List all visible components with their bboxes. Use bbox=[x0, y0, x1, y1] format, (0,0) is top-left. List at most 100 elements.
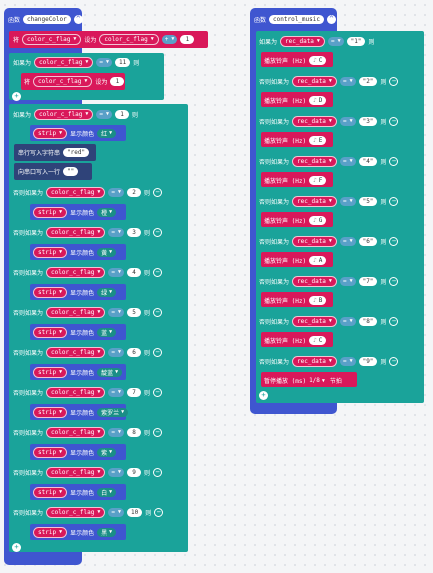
note-dropdown[interactable]: ♪ B bbox=[309, 295, 327, 305]
compare-dropdown[interactable]: = ▼ bbox=[339, 276, 356, 286]
compare-dropdown[interactable]: = ▼ bbox=[108, 507, 125, 517]
note-dropdown[interactable]: ♪ F bbox=[309, 175, 327, 185]
minus-icon[interactable]: − bbox=[389, 356, 399, 366]
number-field[interactable]: 1 bbox=[110, 76, 125, 86]
compare-dropdown[interactable]: = ▼ bbox=[108, 307, 125, 317]
variable-dropdown[interactable]: color_c_flag ▼ bbox=[46, 226, 106, 238]
note-dropdown[interactable]: ♪ C bbox=[309, 335, 327, 345]
compare-dropdown[interactable]: = ▼ bbox=[339, 76, 356, 86]
variable-dropdown[interactable]: color_c_flag ▼ bbox=[46, 466, 106, 478]
minus-icon[interactable]: − bbox=[153, 427, 163, 437]
minus-icon[interactable]: − bbox=[389, 156, 399, 166]
strip-variable-dropdown[interactable]: strip ▼ bbox=[33, 326, 68, 338]
compare-dropdown[interactable]: = ▼ bbox=[327, 36, 344, 46]
color-dropdown[interactable]: 蓝 ▼ bbox=[97, 327, 117, 337]
number-field[interactable]: 7 bbox=[127, 387, 142, 397]
compare-dropdown[interactable]: = ▼ bbox=[339, 316, 356, 326]
string-field[interactable]: "1" bbox=[346, 36, 366, 46]
variable-dropdown[interactable]: rec_data ▼ bbox=[292, 155, 337, 167]
minus-icon[interactable]: − bbox=[389, 316, 399, 326]
compare-dropdown[interactable]: = ▼ bbox=[108, 427, 125, 437]
beat-dropdown[interactable]: 1/8 ▼ bbox=[309, 377, 327, 384]
number-field[interactable]: 1 bbox=[115, 109, 130, 119]
color-dropdown[interactable]: 靛蓝 ▼ bbox=[97, 367, 123, 377]
operator-dropdown[interactable]: + ▼ bbox=[161, 34, 178, 44]
string-field[interactable]: "2" bbox=[358, 76, 378, 86]
color-dropdown[interactable]: 紫罗兰 ▼ bbox=[97, 407, 129, 417]
variable-dropdown[interactable]: color_c_flag ▼ bbox=[46, 426, 106, 438]
color-dropdown[interactable]: 红 ▼ bbox=[97, 128, 117, 138]
minus-icon[interactable]: − bbox=[153, 187, 163, 197]
note-dropdown[interactable]: ♪ E bbox=[309, 135, 327, 145]
string-field[interactable]: "4" bbox=[358, 156, 378, 166]
compare-dropdown[interactable]: = ▼ bbox=[96, 109, 113, 119]
string-field[interactable]: "3" bbox=[358, 116, 378, 126]
plus-icon[interactable]: + bbox=[259, 391, 268, 400]
plus-icon[interactable]: + bbox=[12, 92, 21, 101]
variable-dropdown[interactable]: color_c_flag ▼ bbox=[46, 266, 106, 278]
string-field[interactable]: "7" bbox=[358, 276, 378, 286]
number-field[interactable]: 5 bbox=[127, 307, 142, 317]
variable-dropdown[interactable]: color_c_flag ▼ bbox=[33, 75, 93, 87]
minus-icon[interactable]: − bbox=[389, 276, 399, 286]
number-field[interactable]: 2 bbox=[127, 187, 142, 197]
compare-dropdown[interactable]: = ▼ bbox=[339, 236, 356, 246]
variable-dropdown[interactable]: color_c_flag ▼ bbox=[34, 108, 94, 120]
minus-icon[interactable]: − bbox=[153, 307, 163, 317]
number-field[interactable]: 4 bbox=[127, 267, 142, 277]
note-dropdown[interactable]: ♪ C bbox=[309, 55, 327, 65]
variable-dropdown[interactable]: color_c_flag ▼ bbox=[99, 33, 159, 45]
compare-dropdown[interactable]: = ▼ bbox=[339, 356, 356, 366]
note-dropdown[interactable]: ♪ G bbox=[309, 215, 327, 225]
minus-icon[interactable]: − bbox=[389, 196, 399, 206]
variable-dropdown[interactable]: color_c_flag ▼ bbox=[46, 186, 106, 198]
strip-variable-dropdown[interactable]: strip ▼ bbox=[33, 127, 68, 139]
color-dropdown[interactable]: 橙 ▼ bbox=[97, 207, 117, 217]
strip-variable-dropdown[interactable]: strip ▼ bbox=[33, 406, 68, 418]
compare-dropdown[interactable]: = ▼ bbox=[108, 227, 125, 237]
minus-icon[interactable]: − bbox=[389, 116, 399, 126]
minus-icon[interactable]: − bbox=[153, 387, 163, 397]
compare-dropdown[interactable]: = ▼ bbox=[108, 347, 125, 357]
number-field[interactable]: 11 bbox=[115, 57, 131, 67]
compare-dropdown[interactable]: = ▼ bbox=[339, 196, 356, 206]
string-field[interactable]: "" bbox=[63, 166, 79, 176]
expand-icon[interactable]: ^ bbox=[73, 14, 83, 24]
compare-dropdown[interactable]: = ▼ bbox=[108, 387, 125, 397]
color-dropdown[interactable]: 白 ▼ bbox=[97, 487, 117, 497]
variable-dropdown[interactable]: rec_data ▼ bbox=[292, 115, 337, 127]
string-field[interactable]: "red" bbox=[63, 147, 90, 157]
strip-variable-dropdown[interactable]: strip ▼ bbox=[33, 446, 68, 458]
plus-icon[interactable]: + bbox=[12, 543, 21, 552]
number-field[interactable]: 8 bbox=[127, 427, 142, 437]
color-dropdown[interactable]: 黄 ▼ bbox=[97, 247, 117, 257]
variable-dropdown[interactable]: color_c_flag ▼ bbox=[34, 56, 94, 68]
color-dropdown[interactable]: 绿 ▼ bbox=[97, 287, 117, 297]
variable-dropdown[interactable]: color_c_flag ▼ bbox=[46, 506, 106, 518]
variable-dropdown[interactable]: rec_data ▼ bbox=[292, 355, 337, 367]
string-field[interactable]: "6" bbox=[358, 236, 378, 246]
number-field[interactable]: 9 bbox=[127, 467, 142, 477]
number-field[interactable]: 3 bbox=[127, 227, 142, 237]
compare-dropdown[interactable]: = ▼ bbox=[339, 156, 356, 166]
color-dropdown[interactable]: 黑 ▼ bbox=[97, 527, 117, 537]
variable-dropdown[interactable]: rec_data ▼ bbox=[292, 235, 337, 247]
minus-icon[interactable]: − bbox=[153, 267, 163, 277]
minus-icon[interactable]: − bbox=[389, 236, 399, 246]
variable-dropdown[interactable]: color_c_flag ▼ bbox=[46, 346, 106, 358]
variable-dropdown[interactable]: color_c_flag ▼ bbox=[46, 306, 106, 318]
compare-dropdown[interactable]: = ▼ bbox=[108, 467, 125, 477]
minus-icon[interactable]: − bbox=[153, 347, 163, 357]
minus-icon[interactable]: − bbox=[154, 507, 164, 517]
variable-dropdown[interactable]: color_c_flag ▼ bbox=[22, 33, 82, 45]
expand-icon[interactable]: ^ bbox=[326, 14, 336, 24]
variable-dropdown[interactable]: rec_data ▼ bbox=[292, 195, 337, 207]
string-field[interactable]: "5" bbox=[358, 196, 378, 206]
number-field[interactable]: 6 bbox=[127, 347, 142, 357]
string-field[interactable]: "8" bbox=[358, 316, 378, 326]
strip-variable-dropdown[interactable]: strip ▼ bbox=[33, 246, 68, 258]
variable-dropdown[interactable]: rec_data ▼ bbox=[292, 275, 337, 287]
strip-variable-dropdown[interactable]: strip ▼ bbox=[33, 526, 68, 538]
strip-variable-dropdown[interactable]: strip ▼ bbox=[33, 286, 68, 298]
function-name-field[interactable]: control_music bbox=[269, 14, 324, 24]
